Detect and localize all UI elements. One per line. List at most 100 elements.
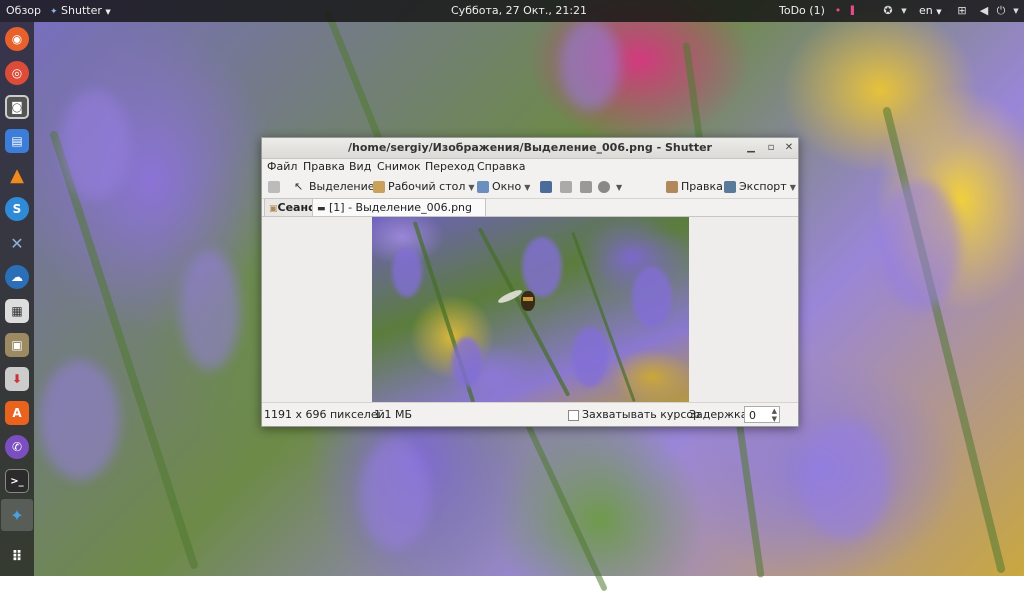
chevron-down-icon: ▼ bbox=[105, 8, 111, 16]
redo-capture-button[interactable] bbox=[268, 176, 283, 198]
capture-cursor-label: Захватывать курсор bbox=[582, 408, 701, 421]
menu-capture-button[interactable] bbox=[540, 176, 555, 198]
viber-icon[interactable]: ✆ bbox=[5, 435, 29, 459]
network-icon[interactable]: ⊞ bbox=[954, 3, 970, 19]
selection-button[interactable]: ↖ Выделение bbox=[294, 176, 375, 198]
delay-spinner[interactable]: 0 ▲ ▼ bbox=[744, 406, 780, 423]
archive-icon[interactable]: ▣ bbox=[5, 333, 29, 357]
wallpaper-stem bbox=[49, 130, 199, 570]
tab-current-label: [1] - Выделение_006.png bbox=[329, 201, 472, 214]
desktop-label: Рабочий стол bbox=[388, 180, 466, 193]
top-panel: Обзор ✦ Shutter ▼ Суббота, 27 Окт., 21:2… bbox=[0, 0, 1024, 22]
maximize-button[interactable]: ▫ bbox=[764, 141, 778, 155]
preview-flower bbox=[572, 327, 608, 387]
desktop-button[interactable]: Рабочий стол ▼ bbox=[373, 176, 475, 198]
export-button[interactable]: Экспорт ▼ bbox=[724, 176, 796, 198]
simplenote-icon[interactable]: S bbox=[5, 197, 29, 221]
selection-label: Выделение bbox=[309, 180, 375, 193]
window-button[interactable]: Окно ▼ bbox=[477, 176, 530, 198]
chrome-icon[interactable]: ◎ bbox=[5, 61, 29, 85]
menu-screenshot[interactable]: Снимок bbox=[377, 158, 421, 176]
tooltip-icon bbox=[560, 181, 572, 193]
installer-icon[interactable]: ⬇ bbox=[5, 367, 29, 391]
close-button[interactable]: ✕ bbox=[782, 141, 796, 155]
edit-label: Правка bbox=[681, 180, 723, 193]
notification-dot-icon[interactable]: • bbox=[830, 3, 846, 19]
bee bbox=[496, 287, 545, 317]
todo-indicator[interactable]: ToDo (1) bbox=[779, 0, 825, 22]
dock: ◉ ◎ ◙ ▤ ▲ S ✕ ☁ ▦ ▣ ⬇ A ✆ >_ ✦ ⠿ bbox=[0, 22, 34, 576]
menu-go[interactable]: Переход bbox=[425, 158, 475, 176]
terminal-icon[interactable]: >_ bbox=[5, 469, 29, 493]
language-indicator[interactable]: en ▼ bbox=[919, 0, 942, 22]
firefox-icon[interactable]: ◉ bbox=[5, 27, 29, 51]
spinner-arrows-icon[interactable]: ▲ ▼ bbox=[772, 407, 777, 423]
bee-body bbox=[521, 291, 535, 311]
chevron-down-icon: ▼ bbox=[616, 183, 623, 192]
wallpaper-flower bbox=[40, 360, 120, 480]
wallpaper-flower bbox=[60, 90, 130, 200]
wallpaper-flower bbox=[800, 420, 890, 540]
file-size: 1.1 МБ bbox=[374, 408, 413, 421]
export-icon bbox=[724, 181, 736, 193]
cursor-icon: ↖ bbox=[294, 180, 304, 193]
language-label: en bbox=[919, 4, 933, 17]
shutter-icon[interactable]: ✦ bbox=[5, 503, 29, 527]
web-button[interactable]: ▼ bbox=[598, 176, 622, 198]
vlc-icon[interactable]: ▲ bbox=[5, 163, 29, 187]
menu-edit[interactable]: Правка bbox=[303, 158, 345, 176]
clock[interactable]: Суббота, 27 Окт., 21:21 bbox=[451, 0, 587, 22]
software-center-icon[interactable]: A bbox=[5, 401, 29, 425]
activities-button[interactable]: Обзор bbox=[6, 0, 41, 22]
app-menu[interactable]: ✦ Shutter ▼ bbox=[50, 0, 111, 22]
tab-current-image[interactable]: ▬ [1] - Выделение_006.png bbox=[312, 198, 486, 216]
app-menu-label: Shutter bbox=[61, 4, 102, 17]
capture-cursor-checkbox[interactable] bbox=[568, 409, 579, 421]
menu-bar: Файл Правка Вид Снимок Переход Справка bbox=[262, 158, 798, 176]
wallpaper-flower bbox=[560, 20, 620, 110]
image-view[interactable] bbox=[262, 216, 798, 403]
toolbar: ↖ Выделение Рабочий стол ▼ Окно ▼ ▼ Правка … bbox=[262, 176, 798, 199]
tooltip-capture-button[interactable] bbox=[560, 176, 575, 198]
export-label: Экспорт bbox=[739, 180, 787, 193]
wallpaper-stem bbox=[518, 408, 608, 592]
minimize-button[interactable]: ▁ bbox=[744, 141, 758, 155]
power-icon[interactable]: ⏻ bbox=[993, 3, 1009, 19]
window-icon bbox=[477, 181, 489, 193]
image-dimensions: 1191 x 696 пикселей bbox=[264, 408, 385, 421]
refresh-icon bbox=[268, 181, 280, 193]
edit-icon bbox=[666, 181, 678, 193]
show-apps-icon[interactable]: ⠿ bbox=[5, 545, 29, 569]
delay-label: Задержка: bbox=[689, 408, 752, 421]
calculator-icon[interactable]: ▦ bbox=[5, 299, 29, 323]
tab-bar: ▣Сеанс ▬ [1] - Выделение_006.png bbox=[262, 198, 798, 216]
files-icon[interactable]: ▤ bbox=[5, 129, 29, 153]
delay-value: 0 bbox=[749, 409, 756, 422]
menu-file[interactable]: Файл bbox=[267, 158, 297, 176]
cloud-icon[interactable]: ☁ bbox=[5, 265, 29, 289]
tab-session[interactable]: ▣Сеанс bbox=[264, 198, 318, 216]
window-title: /home/sergiy/Изображения/Выделение_006.p… bbox=[348, 141, 712, 154]
window-titlebar[interactable]: /home/sergiy/Изображения/Выделение_006.p… bbox=[262, 138, 798, 159]
capture-cursor-toggle[interactable]: Захватывать курсор bbox=[568, 403, 700, 427]
indicator-icon[interactable]: ▌ bbox=[846, 3, 862, 19]
edit-button[interactable]: Правка bbox=[666, 176, 723, 198]
menu-help[interactable]: Справка bbox=[477, 158, 525, 176]
screenshot-preview[interactable] bbox=[372, 217, 689, 403]
desktop-icon bbox=[373, 181, 385, 193]
session-icon: ▣ bbox=[269, 204, 278, 214]
media-player-icon[interactable]: ◙ bbox=[5, 95, 29, 119]
tools-icon[interactable]: ✕ bbox=[5, 231, 29, 255]
wallpaper-stem bbox=[882, 106, 1006, 574]
menu-view[interactable]: Вид bbox=[349, 158, 371, 176]
shutter-window: /home/sergiy/Изображения/Выделение_006.p… bbox=[261, 137, 799, 427]
web-capture-button[interactable] bbox=[580, 176, 595, 198]
webcam-icon bbox=[580, 181, 592, 193]
volume-icon[interactable]: ◀ bbox=[976, 3, 992, 19]
chevron-down-icon: ▼ bbox=[789, 183, 796, 192]
wallpaper-flower bbox=[180, 250, 240, 370]
wallpaper-flower bbox=[880, 180, 960, 310]
chevron-down-icon: ▼ bbox=[468, 183, 475, 192]
accessibility-icon[interactable]: ✪ bbox=[880, 3, 896, 19]
globe-icon bbox=[598, 181, 610, 193]
